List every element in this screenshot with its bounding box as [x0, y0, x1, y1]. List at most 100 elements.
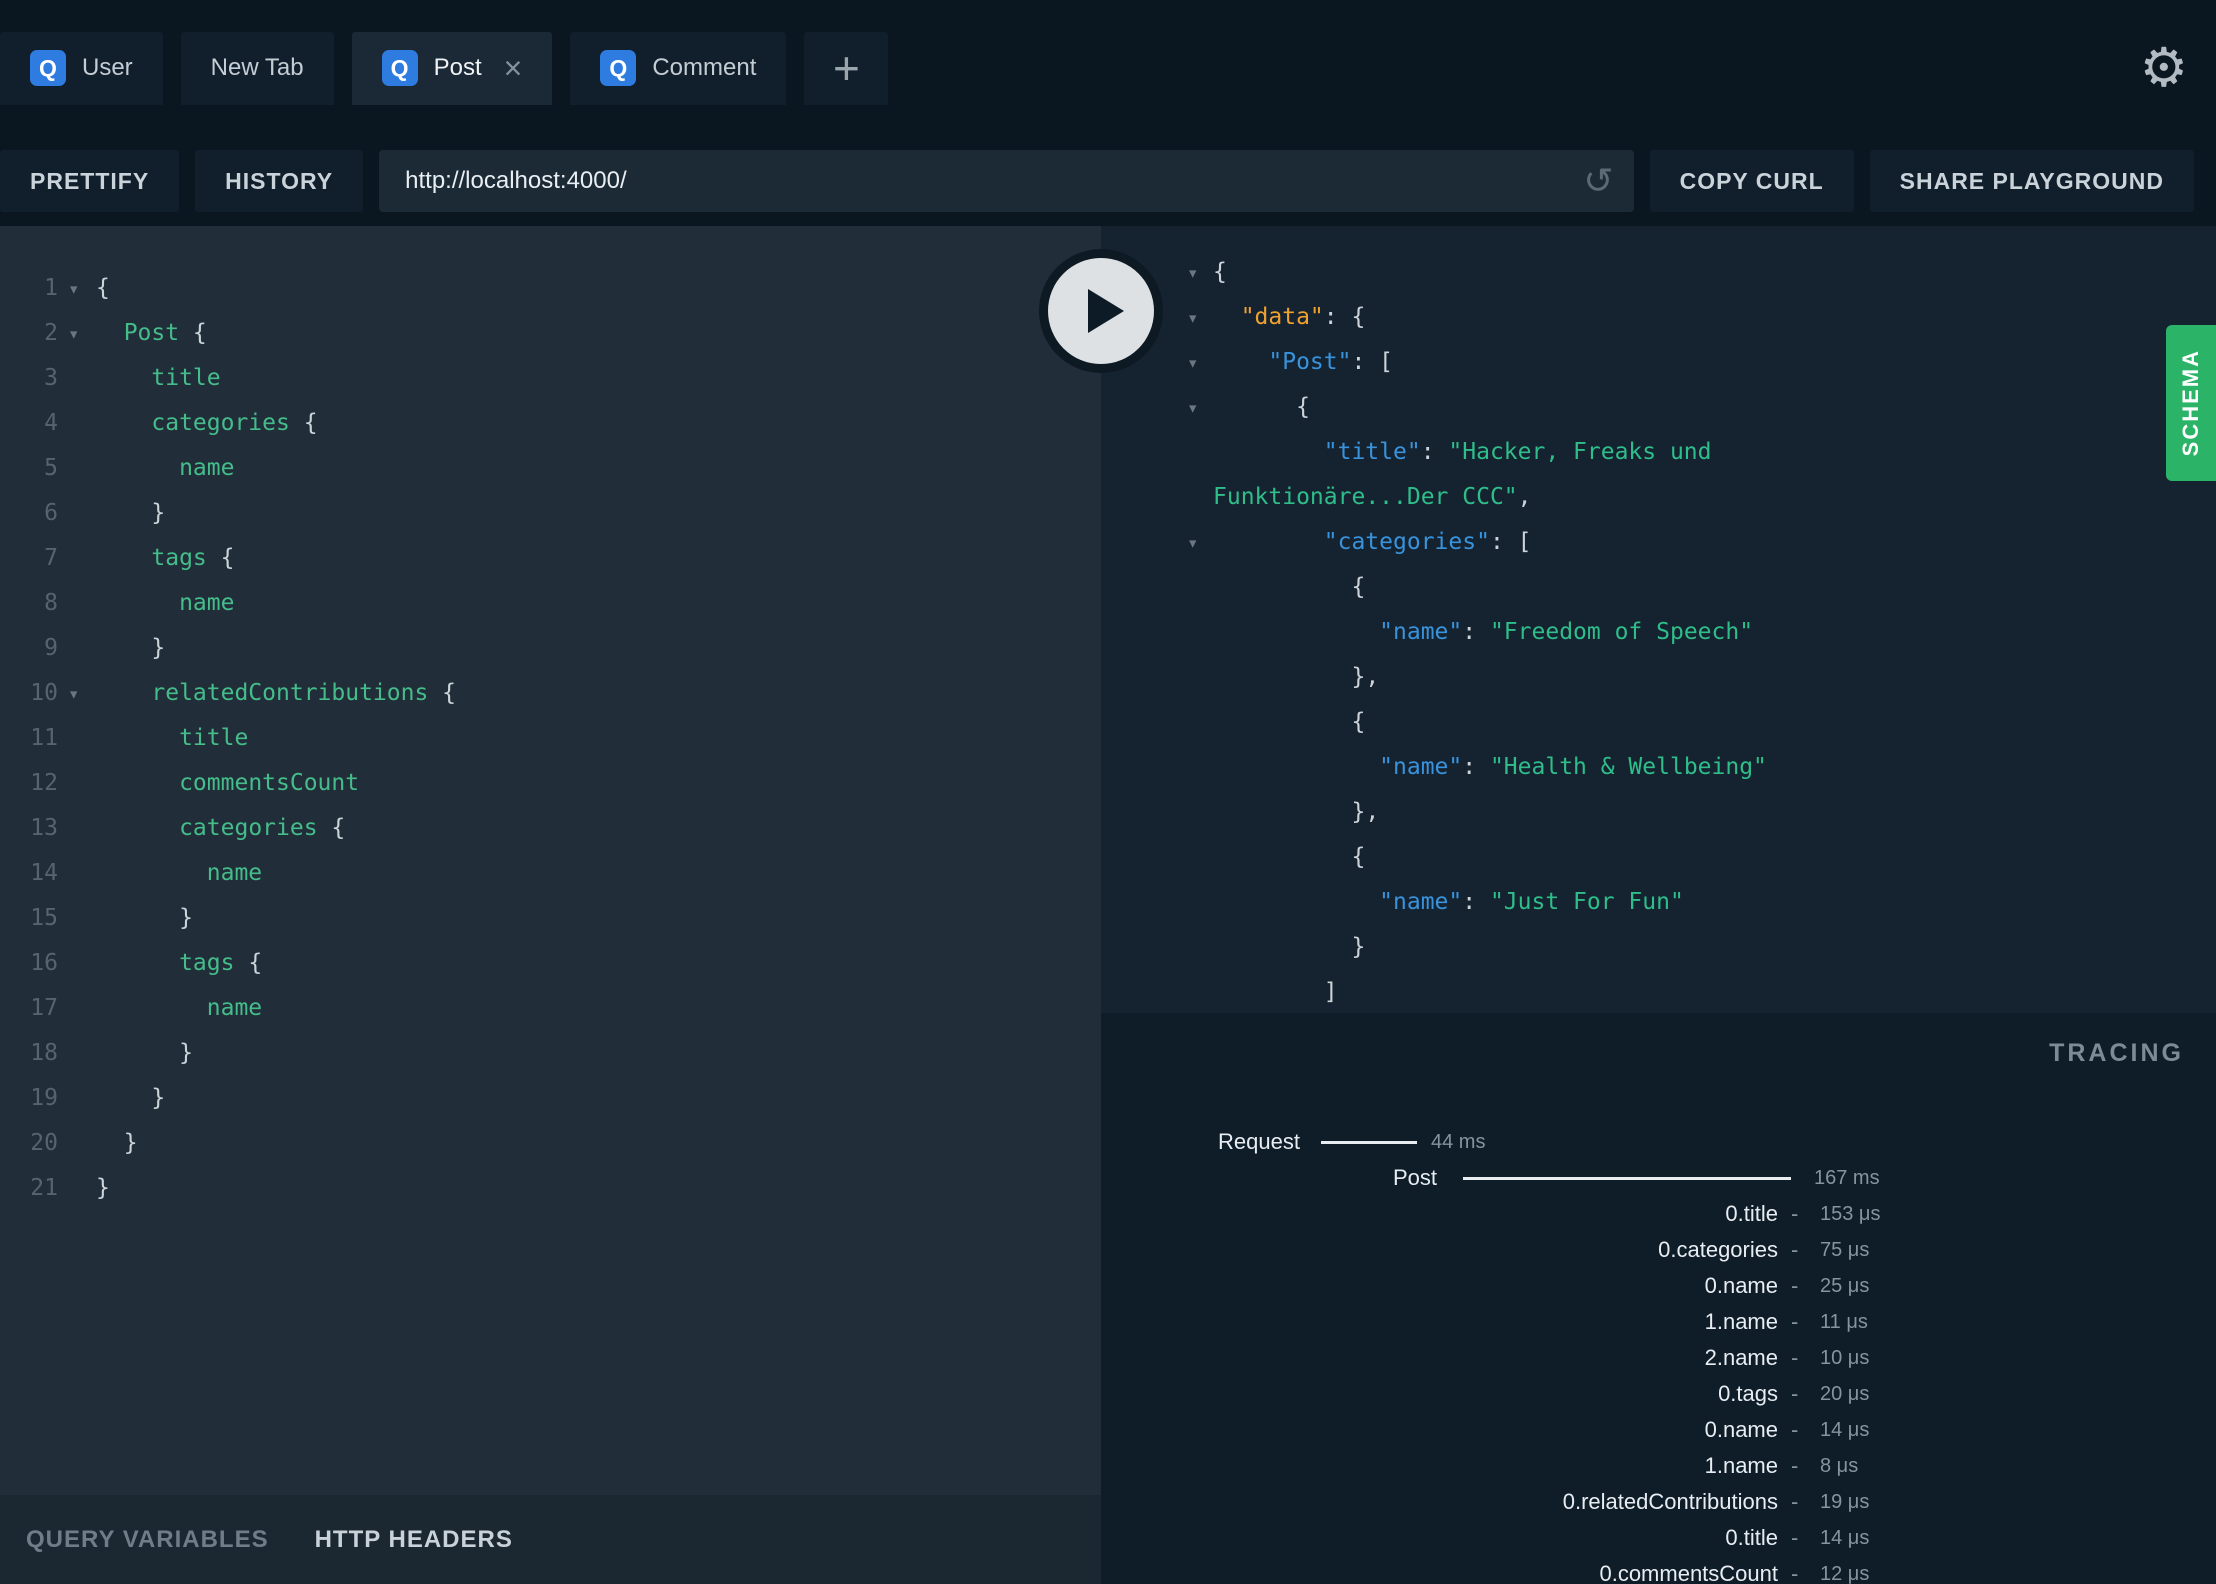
- trace-time: 25 μs: [1820, 1275, 1870, 1297]
- trace-label: Request: [1218, 1129, 1300, 1154]
- fold-arrow-icon[interactable]: ▾: [68, 267, 79, 312]
- trace-row: Post 167 ms: [1101, 1160, 2216, 1196]
- line-number: 16: [30, 950, 58, 976]
- code-text: }: [96, 491, 165, 536]
- result-line: ▾{: [1101, 250, 2216, 295]
- result-line: ]: [1101, 970, 2216, 1013]
- trace-row: 0.relatedContributions -19 μs: [1101, 1484, 2216, 1520]
- line-number: 13: [30, 815, 58, 841]
- trace-label: 0.name: [1704, 1273, 1778, 1298]
- result-line: },: [1101, 790, 2216, 835]
- line-number: 10: [30, 680, 58, 706]
- token: }: [179, 1040, 193, 1066]
- fold-arrow-icon[interactable]: ▾: [1187, 341, 1198, 386]
- code-text: "name": "Just For Fun": [1213, 880, 1684, 925]
- prettify-button[interactable]: PRETTIFY: [0, 150, 180, 212]
- line-number: 3: [44, 365, 58, 391]
- token: categories: [151, 410, 290, 436]
- code-text: }: [96, 896, 193, 941]
- code-text: ]: [1213, 970, 1338, 1013]
- code-text: Funktionäre...Der CCC",: [1213, 475, 1532, 520]
- share-playground-button[interactable]: SHARE PLAYGROUND: [1869, 150, 2194, 212]
- token: {: [1351, 574, 1366, 600]
- code-text: },: [1213, 655, 1379, 700]
- trace-dash: -: [1791, 1561, 1799, 1584]
- trace-label: 1.name: [1704, 1309, 1778, 1334]
- token: {: [96, 275, 110, 301]
- line-number: 7: [44, 545, 58, 571]
- editor-line: 3 title: [0, 356, 1101, 401]
- code-text: {: [1213, 565, 1365, 610]
- refresh-schema-icon[interactable]: ↺: [1583, 163, 1613, 199]
- code-text: tags {: [96, 941, 262, 986]
- trace-time: 167 ms: [1814, 1167, 1880, 1189]
- http-headers-tab[interactable]: HTTP HEADERS: [315, 1526, 513, 1554]
- token: name: [206, 995, 263, 1021]
- trace-label: Post: [1392, 1165, 1437, 1190]
- tab-new-tab[interactable]: New Tab: [180, 31, 334, 105]
- token: :: [1462, 619, 1490, 645]
- copy-curl-button[interactable]: COPY CURL: [1649, 150, 1854, 212]
- code-text: categories {: [96, 806, 345, 851]
- fold-arrow-icon[interactable]: ▾: [1187, 296, 1198, 341]
- tab-comment[interactable]: Q Comment: [570, 31, 787, 105]
- token: "data": [1240, 304, 1324, 330]
- history-button[interactable]: HISTORY: [195, 150, 364, 212]
- fold-arrow-icon[interactable]: ▾: [68, 312, 79, 357]
- fold-arrow-icon[interactable]: ▾: [1187, 251, 1198, 296]
- trace-label: 0.relatedContributions: [1562, 1489, 1778, 1514]
- settings-gear-icon[interactable]: ⚙: [2140, 41, 2188, 95]
- editor-line: 10 ▾ relatedContributions {: [0, 671, 1101, 716]
- tracing-panel: TRACING Request 44 ms Post 167 ms 0.title -15…: [1101, 1013, 2216, 1584]
- trace-row: 1.name -11 μs: [1101, 1304, 2216, 1340]
- fold-arrow-icon[interactable]: ▾: [1187, 386, 1198, 431]
- code-text: }: [96, 1121, 138, 1166]
- trace-time: 8 μs: [1820, 1455, 1859, 1477]
- code-text: }: [96, 626, 165, 671]
- editor-line: 20}: [0, 1121, 1101, 1166]
- line-number: 18: [30, 1040, 58, 1066]
- graphql-playground-window: Q User New Tab Q Post × Q Comment + ⚙ PRETTIFY …: [0, 0, 2216, 1584]
- line-number: 8: [44, 590, 58, 616]
- code-text: tags {: [96, 536, 234, 581]
- play-circle: [1048, 258, 1154, 364]
- trace-row: 0.tags -20 μs: [1101, 1376, 2216, 1412]
- result-line: }: [1101, 925, 2216, 970]
- editor-bottom-bar: QUERY VARIABLES HTTP HEADERS: [0, 1495, 1101, 1584]
- trace-label: 0.categories: [1658, 1237, 1778, 1262]
- trace-dash: -: [1791, 1525, 1799, 1550]
- code-text: "name": "Health & Wellbeing": [1213, 745, 1767, 790]
- editor-line: 13 categories {: [0, 806, 1101, 851]
- query-editor[interactable]: 1 ▾{2 ▾ Post {3 title 4 categories {5 name 6} 7 ta…: [0, 226, 1101, 1495]
- editor-line: 16 tags {: [0, 941, 1101, 986]
- schema-tab-label: SCHEMA: [2178, 349, 2203, 457]
- token: ]: [1323, 979, 1338, 1005]
- tracing-title: TRACING: [2049, 1039, 2184, 1067]
- close-tab-icon[interactable]: ×: [504, 52, 523, 84]
- token: categories: [179, 815, 318, 841]
- add-tab-button[interactable]: +: [804, 31, 889, 105]
- fold-arrow-icon[interactable]: ▾: [68, 672, 79, 717]
- token: "name": [1379, 754, 1463, 780]
- response-pane: ▾{▾ "data": {▾ "Post": [▾{"title": "Hacker…: [1101, 226, 2216, 1584]
- query-variables-tab[interactable]: QUERY VARIABLES: [26, 1526, 269, 1554]
- editor-line: 18}: [0, 1031, 1101, 1076]
- trace-label: 0.name: [1704, 1417, 1778, 1442]
- line-number: 12: [30, 770, 58, 796]
- editor-line: 8 name: [0, 581, 1101, 626]
- editor-line: 9}: [0, 626, 1101, 671]
- trace-duration-bar: [1463, 1177, 1791, 1180]
- trace-time: 14 μs: [1820, 1527, 1870, 1549]
- editor-line: 2 ▾ Post {: [0, 311, 1101, 356]
- token: {: [1213, 259, 1227, 285]
- fold-arrow-icon[interactable]: ▾: [1187, 521, 1198, 566]
- token: "name": [1379, 619, 1463, 645]
- tab-user[interactable]: Q User: [0, 31, 163, 105]
- schema-tab[interactable]: SCHEMA: [2166, 325, 2216, 481]
- tab-post[interactable]: Q Post ×: [351, 31, 553, 105]
- execute-query-button[interactable]: [1039, 249, 1163, 373]
- trace-label: 0.tags: [1718, 1381, 1778, 1406]
- endpoint-url-input[interactable]: [379, 150, 1634, 212]
- code-text: commentsCount: [96, 761, 359, 806]
- result-line: {: [1101, 835, 2216, 880]
